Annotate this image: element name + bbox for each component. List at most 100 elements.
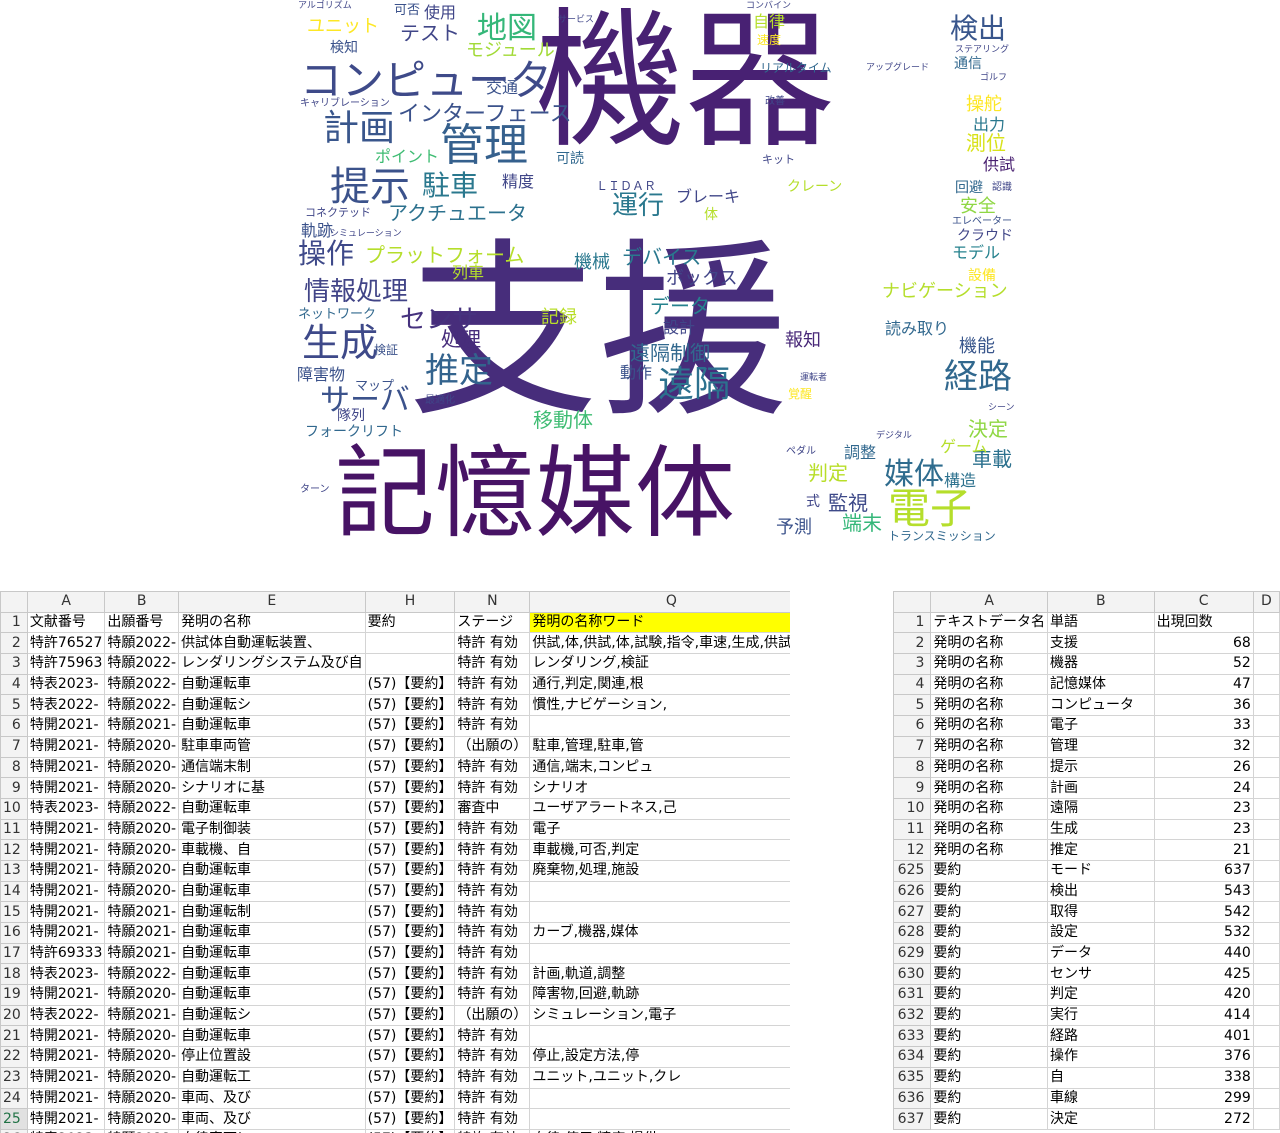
count-cell[interactable]: 440	[1153, 942, 1254, 965]
table-cell[interactable]: 要約	[930, 1004, 1048, 1027]
table-cell[interactable]: （出願の）	[454, 735, 531, 758]
table-cell[interactable]: 障害物,回避,軌跡	[529, 984, 790, 1006]
table-cell[interactable]: 特願2020-	[104, 984, 180, 1006]
table-cell[interactable]: 特願2020-	[104, 1108, 180, 1130]
table-cell[interactable]: 駐車,管理,駐車,管	[529, 735, 790, 758]
table-cell[interactable]: 特願2022-	[104, 963, 180, 986]
table-cell[interactable]: (57)【要約】	[364, 942, 456, 965]
count-cell[interactable]: 425	[1153, 963, 1254, 986]
table-cell[interactable]: 車両、及び	[178, 1108, 366, 1130]
table-cell[interactable]: 計画	[1046, 777, 1155, 799]
table-cell[interactable]: (57)【要約】	[364, 1066, 456, 1089]
table-cell[interactable]: 特願2022-	[104, 673, 180, 696]
table-cell[interactable]: 車両、及び	[178, 1087, 366, 1110]
count-cell[interactable]: 21	[1153, 839, 1254, 861]
count-cell[interactable]: 23	[1153, 797, 1254, 820]
table-cell[interactable]: 特願2020-	[104, 1087, 180, 1110]
table-cell[interactable]: (57)【要約】	[364, 880, 456, 903]
table-cell[interactable]: 廃棄物,処理,施設	[529, 859, 790, 882]
table-cell[interactable]: 特許75963	[26, 653, 106, 675]
table-cell[interactable]: 発明の名称	[930, 839, 1048, 861]
table-cell[interactable]: 特許 有効	[454, 1046, 531, 1068]
table-cell[interactable]: 特表2022-	[26, 694, 106, 717]
count-cell[interactable]: 26	[1153, 756, 1254, 779]
header-cell[interactable]: ステージ	[454, 611, 531, 634]
table-cell[interactable]: 特許 有効	[454, 839, 531, 861]
table-cell[interactable]: 特願2021-	[104, 1004, 180, 1027]
table-cell[interactable]: 経路	[1046, 1025, 1155, 1048]
table-cell[interactable]: (57)【要約】	[364, 901, 456, 923]
table-cell[interactable]: 特開2021-	[26, 1087, 106, 1110]
table-cell[interactable]: (57)【要約】	[364, 963, 456, 986]
table-cell[interactable]: 実行	[1046, 1004, 1155, 1027]
row-number[interactable]: 17	[0, 942, 28, 965]
table-cell[interactable]: 特許 有効	[454, 1108, 531, 1130]
count-cell[interactable]: 23	[1153, 818, 1254, 841]
table-cell[interactable]: 発明の名称	[930, 653, 1048, 675]
row-number[interactable]: 637	[893, 1108, 932, 1130]
count-cell[interactable]: 52	[1153, 653, 1254, 675]
row-number[interactable]: 8	[893, 756, 932, 779]
patent-data-sheet[interactable]: ABEHNQRST 1文献番号出願番号発明の名称要約ステージ発明の名称ワード要約…	[0, 591, 790, 1133]
row-number[interactable]: 24	[0, 1087, 28, 1110]
table-cell[interactable]: 自動運転車	[178, 922, 366, 944]
table-cell[interactable]: (57)【要約】	[364, 797, 456, 820]
table-cell[interactable]: 特許 有効	[454, 694, 531, 717]
table-cell[interactable]: （出願の）	[454, 1004, 531, 1027]
row-number[interactable]: 634	[893, 1046, 932, 1068]
count-cell[interactable]: 542	[1153, 901, 1254, 923]
table-cell[interactable]: 発明の名称	[930, 818, 1048, 841]
table-cell[interactable]: 特許 有効	[454, 942, 531, 965]
table-cell[interactable]: 要約	[930, 1046, 1048, 1068]
table-cell[interactable]: 特願2020-	[104, 777, 180, 799]
table-cell[interactable]: 特開2021-	[26, 984, 106, 1006]
column-header[interactable]: A	[26, 591, 106, 613]
table-cell[interactable]: 電子	[529, 818, 790, 841]
header-cell[interactable]: 単語	[1046, 611, 1155, 634]
header-cell[interactable]: 発明の名称	[178, 611, 366, 634]
row-number[interactable]: 14	[0, 880, 28, 903]
row-number[interactable]: 4	[893, 673, 932, 696]
table-cell[interactable]	[1252, 694, 1280, 717]
table-cell[interactable]: 特願2021-	[104, 942, 180, 965]
table-cell[interactable]: (57)【要約】	[364, 777, 456, 799]
table-cell[interactable]: 審査中	[454, 797, 531, 820]
table-cell[interactable]: 特許 有効	[454, 1025, 531, 1048]
table-cell[interactable]: データ	[1046, 942, 1155, 965]
table-cell[interactable]: 駐車車両管	[178, 735, 366, 758]
table-cell[interactable]: 提示	[1046, 756, 1155, 779]
table-cell[interactable]: 発明の名称	[930, 632, 1048, 655]
table-cell[interactable]: (57)【要約】	[364, 694, 456, 717]
row-number[interactable]: 15	[0, 901, 28, 923]
table-cell[interactable]	[1252, 632, 1280, 655]
column-header[interactable]: D	[1252, 591, 1280, 613]
table-cell[interactable]: 生成	[1046, 818, 1155, 841]
count-cell[interactable]: 36	[1153, 694, 1254, 717]
table-cell[interactable]: 特許 有効	[454, 1066, 531, 1089]
table-cell[interactable]: 管理	[1046, 735, 1155, 758]
table-cell[interactable]: 車載機,可否,判定	[529, 839, 790, 861]
count-cell[interactable]: 543	[1153, 880, 1254, 903]
table-cell[interactable]: 自動運転シ	[178, 1004, 366, 1027]
row-number[interactable]: 26	[0, 1128, 28, 1133]
table-cell[interactable]: 特願2022-	[104, 653, 180, 675]
row-number[interactable]: 21	[0, 1025, 28, 1048]
table-cell[interactable]: 特許 有効	[454, 859, 531, 882]
row-number[interactable]: 10	[0, 797, 28, 820]
table-cell[interactable]: 特開2021-	[26, 1046, 106, 1068]
table-cell[interactable]: 特許 有効	[454, 756, 531, 779]
table-cell[interactable]: 特開2021-	[26, 1108, 106, 1130]
table-cell[interactable]	[1252, 777, 1280, 799]
row-number[interactable]: 9	[0, 777, 28, 799]
row-number[interactable]: 636	[893, 1087, 932, 1110]
table-cell[interactable]: 特願2020-	[104, 756, 180, 779]
row-number[interactable]: 627	[893, 901, 932, 923]
row-number[interactable]: 632	[893, 1004, 932, 1027]
table-cell[interactable]	[529, 1108, 790, 1130]
count-cell[interactable]: 414	[1153, 1004, 1254, 1027]
table-cell[interactable]: 特開2021-	[26, 818, 106, 841]
table-cell[interactable]	[1252, 1087, 1280, 1110]
table-cell[interactable]: 電子制御装	[178, 818, 366, 841]
table-cell[interactable]: センサ	[1046, 963, 1155, 986]
column-header[interactable]: B	[1046, 591, 1155, 613]
